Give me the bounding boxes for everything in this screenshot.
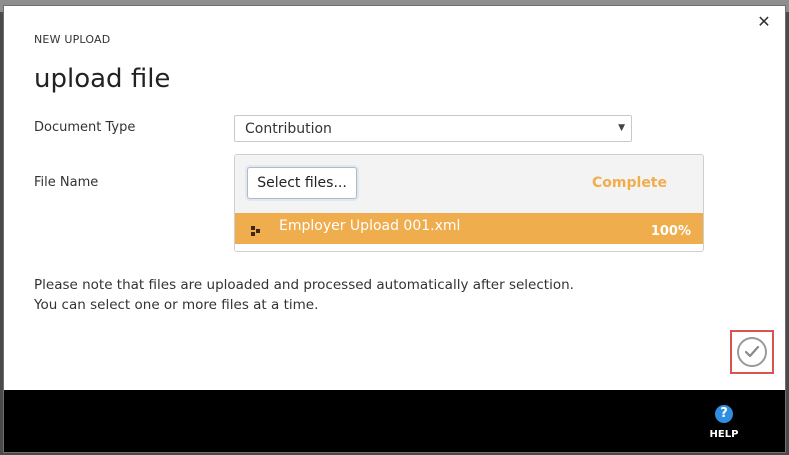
select-files-button[interactable]: Select files...: [247, 167, 357, 199]
checkmark-icon: [744, 345, 760, 358]
dialog-footer: ? HELP: [4, 390, 785, 452]
chevron-down-icon: ▼: [618, 123, 625, 133]
dialog-subtitle: NEW UPLOAD: [34, 33, 111, 46]
upload-progress-percent: 100%: [650, 224, 691, 239]
question-icon: ?: [715, 405, 733, 423]
confirm-button-highlight: [730, 330, 774, 374]
uploaded-file-row: Employer Upload 001.xml 100%: [235, 213, 703, 244]
upload-note-line-2: You can select one or more files at a ti…: [34, 297, 319, 313]
upload-note-line-1: Please note that files are uploaded and …: [34, 277, 574, 293]
document-type-value: Contribution: [245, 121, 332, 137]
upload-status-text: Complete: [592, 175, 667, 191]
file-name-label: File Name: [34, 175, 99, 190]
dialog-title: upload file: [34, 64, 171, 94]
file-upload-widget: Select files... Complete Employer Upload…: [234, 154, 704, 252]
upload-file-dialog: ✕ NEW UPLOAD upload file Document Type C…: [4, 6, 785, 452]
upload-toolbar: Select files... Complete: [235, 155, 703, 214]
document-type-select[interactable]: Contribution ▼: [234, 115, 632, 142]
file-icon: [249, 223, 261, 236]
document-type-label: Document Type: [34, 120, 136, 135]
help-button[interactable]: ? HELP: [701, 402, 747, 440]
confirm-button[interactable]: [737, 337, 767, 367]
close-icon[interactable]: ✕: [757, 14, 771, 30]
upload-note: Please note that files are uploaded and …: [34, 275, 574, 315]
uploaded-file-name: Employer Upload 001.xml: [279, 218, 461, 234]
help-label: HELP: [709, 429, 739, 440]
